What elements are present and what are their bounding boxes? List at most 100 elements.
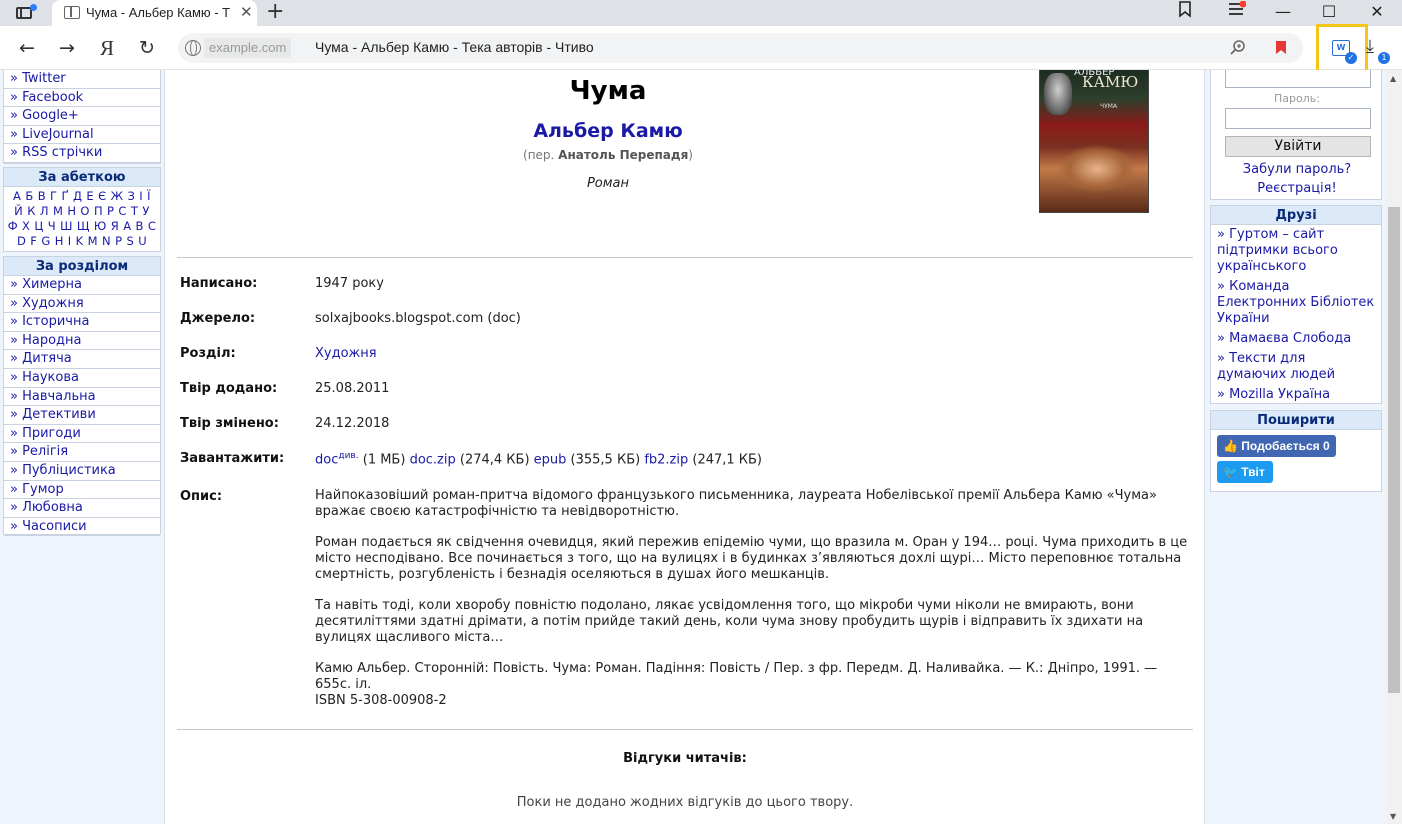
download-fb2-link[interactable]: fb2.zip [644, 452, 688, 467]
login-box: Пароль: Увійти Забули пароль? Реєстрація… [1210, 70, 1382, 200]
forward-button[interactable]: → [54, 35, 80, 61]
download-icon[interactable]: ⤓ [1366, 36, 1374, 57]
download-badge: 1 [1378, 52, 1390, 64]
page-favicon-icon [64, 6, 80, 19]
social-link[interactable]: » Twitter [4, 70, 160, 89]
social-link[interactable]: » LiveJournal [4, 126, 160, 145]
fb2-size: (247,1 КБ) [688, 452, 763, 468]
download-epub-link[interactable]: epub [534, 452, 567, 467]
sections-title: За розділом [4, 257, 160, 276]
alphabet-line[interactable]: А Б В Г Ґ Д Е Є Ж З І Ї [4, 189, 160, 204]
book-author-link[interactable]: Альбер Камю [177, 120, 1039, 142]
reload-button[interactable]: ↻ [134, 35, 160, 61]
section-link[interactable]: » Дитяча [4, 350, 160, 369]
cover-portrait [1044, 73, 1072, 115]
tweet-button[interactable]: 🐦 Твіт [1217, 461, 1273, 483]
download-doczip-link[interactable]: doc.zip [410, 452, 456, 467]
friend-link[interactable]: » Тексти для думаючих людей [1211, 349, 1381, 385]
changed-label: Твір змінено: [180, 416, 279, 431]
section-link[interactable]: » Гумор [4, 481, 160, 500]
social-links-box: » Twitter» Facebook» Google+» LiveJourna… [3, 70, 161, 164]
page-scrollbar[interactable]: ▲ ▼ [1386, 70, 1402, 824]
download-label: Завантажити: [180, 451, 285, 466]
register-link[interactable]: Реєстрація! [1211, 181, 1383, 196]
section-link[interactable]: Художня [315, 346, 377, 361]
book-translator: (пер. Анатоль Перепадя) [523, 148, 693, 162]
thumbs-up-icon: 👍 [1223, 439, 1242, 453]
divider [177, 257, 1193, 258]
epub-size: (355,5 КБ) [566, 452, 645, 468]
share-title: Поширити [1211, 411, 1381, 430]
section-link[interactable]: » Любовна [4, 499, 160, 518]
section-link[interactable]: » Народна [4, 332, 160, 351]
login-field[interactable] [1225, 70, 1371, 88]
description: Найпоказовіший роман-притча відомого фра… [315, 488, 1195, 709]
password-field[interactable] [1225, 108, 1371, 129]
scroll-down-arrow-icon[interactable]: ▼ [1390, 812, 1396, 821]
section-link[interactable]: » Наукова [4, 369, 160, 388]
maximize-button[interactable]: ☐ [1318, 0, 1340, 24]
alphabet-line[interactable]: D F G H I K M N P S U [4, 234, 160, 249]
yandex-button[interactable]: Я [94, 35, 120, 61]
book-cover-image: АЛЬБЕР КАМЮ ЧУМА [1039, 70, 1149, 213]
left-sidebar: » Twitter» Facebook» Google+» LiveJourna… [0, 70, 165, 824]
friend-link[interactable]: » Mozilla Україна [1211, 385, 1381, 405]
sidebar-toggle-icon[interactable] [10, 3, 38, 23]
back-button[interactable]: ← [14, 35, 40, 61]
alphabet-line[interactable]: Ф Х Ц Ч Ш Щ Ю Я A B C [4, 219, 160, 234]
section-link[interactable]: » Історична [4, 313, 160, 332]
alphabet-box: За абеткою А Б В Г Ґ Д Е Є Ж З І Ї Й К Л… [3, 167, 161, 252]
friend-link[interactable]: » Команда Електронних Бібліотек України [1211, 277, 1381, 329]
social-link[interactable]: » Google+ [4, 107, 160, 126]
isbn: ISBN 5-308-00908-2 [315, 693, 447, 708]
section-link[interactable]: » Пригоди [4, 425, 160, 444]
password-label: Пароль: [1274, 92, 1320, 105]
download-links: docдив. (1 МБ) doc.zip (274,4 КБ) epub (… [315, 451, 762, 467]
login-button[interactable]: Увійти [1225, 136, 1371, 157]
friend-link[interactable]: » Мамаєва Слобода [1211, 329, 1381, 349]
web-page: » Twitter» Facebook» Google+» LiveJourna… [0, 70, 1386, 824]
address-bar[interactable]: example.com Чума - Альбер Камю - Тека ав… [178, 33, 1303, 63]
alphabet-links[interactable]: А Б В Г Ґ Д Е Є Ж З І Ї Й К Л М Н О П Р … [4, 187, 160, 249]
forgot-password-link[interactable]: Забули пароль? [1211, 162, 1383, 177]
social-link[interactable]: » Facebook [4, 89, 160, 108]
section-link[interactable]: » Детективи [4, 406, 160, 425]
tab-close-icon[interactable]: ✕ [240, 3, 253, 21]
address-host: example.com [204, 38, 292, 58]
section-link[interactable]: » Часописи [4, 518, 160, 537]
section-link[interactable]: » Релігія [4, 443, 160, 462]
translator-name[interactable]: Анатоль Перепадя [558, 148, 688, 162]
bookmark-icon[interactable] [1276, 41, 1286, 54]
check-badge-icon: ✓ [1345, 52, 1357, 64]
description-paragraph: Найпоказовіший роман-притча відомого фра… [315, 488, 1157, 519]
description-paragraph: Роман подається як свідчення очевидця, я… [315, 535, 1188, 582]
doczip-size: (274,4 КБ) [455, 452, 534, 468]
cover-figure [1058, 145, 1136, 193]
tab-bar: Чума - Альбер Камю - Т ✕ + — ☐ ✕ [0, 0, 1402, 26]
doc-note-link[interactable]: див. [338, 451, 358, 461]
new-tab-button[interactable]: + [266, 0, 284, 24]
facebook-like-button[interactable]: 👍 Подобається 0 [1217, 435, 1336, 457]
friend-link[interactable]: » Гуртом – сайт підтримки всього українс… [1211, 225, 1381, 277]
bibliography: Камю Альбер. Сторонній: Повість. Чума: Р… [315, 661, 1158, 692]
alphabet-line[interactable]: Й К Л М Н О П Р С Т У [4, 204, 160, 219]
share-box: Поширити 👍 Подобається 0 🐦 Твіт [1210, 410, 1382, 492]
download-doc-link[interactable]: doc [315, 452, 338, 467]
scroll-up-arrow-icon[interactable]: ▲ [1390, 74, 1396, 83]
browser-tab-active[interactable]: Чума - Альбер Камю - Т ✕ [52, 0, 257, 26]
scroll-thumb[interactable] [1388, 207, 1400, 693]
menu-icon[interactable] [1226, 0, 1248, 24]
zoom-icon[interactable] [1230, 39, 1246, 55]
section-link[interactable]: » Художня [4, 295, 160, 314]
globe-icon [185, 40, 201, 56]
divider [177, 729, 1193, 730]
section-link[interactable]: » Навчальна [4, 388, 160, 407]
section-label: Розділ: [180, 346, 236, 361]
section-link[interactable]: » Химерна [4, 276, 160, 295]
social-link[interactable]: » RSS стрічки [4, 144, 160, 163]
doc-size: (1 МБ) [358, 452, 410, 468]
minimize-button[interactable]: — [1272, 0, 1294, 24]
collections-icon[interactable] [1174, 0, 1196, 24]
window-close-button[interactable]: ✕ [1366, 0, 1388, 24]
section-link[interactable]: » Публіцистика [4, 462, 160, 481]
